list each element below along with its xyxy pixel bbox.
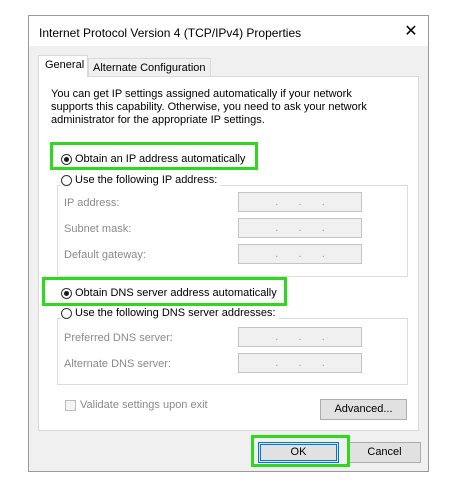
general-tab-panel: You can get IP settings assigned automat… bbox=[38, 76, 419, 431]
default-gateway-input[interactable]: ... bbox=[238, 244, 362, 264]
validate-settings-checkbox[interactable] bbox=[65, 399, 76, 411]
ip-manual-label: Use the following IP address: bbox=[75, 174, 218, 186]
alternate-dns-label: Alternate DNS server: bbox=[64, 358, 171, 370]
window-title: Internet Protocol Version 4 (TCP/IPv4) P… bbox=[39, 26, 302, 40]
dns-manual-radio[interactable] bbox=[61, 307, 72, 319]
validate-settings-label: Validate settings upon exit bbox=[80, 399, 208, 411]
ip-address-label: IP address: bbox=[64, 197, 120, 209]
advanced-button[interactable]: Advanced... bbox=[320, 399, 407, 420]
ip-address-input[interactable]: ... bbox=[238, 192, 362, 212]
description-text: You can get IP settings assigned automat… bbox=[51, 88, 367, 126]
default-gateway-label: Default gateway: bbox=[64, 249, 146, 261]
subnet-mask-input[interactable]: ... bbox=[238, 218, 362, 238]
alternate-dns-input[interactable]: ... bbox=[238, 353, 362, 373]
subnet-mask-label: Subnet mask: bbox=[64, 223, 132, 235]
preferred-dns-input[interactable]: ... bbox=[238, 327, 362, 347]
close-icon[interactable]: ✕ bbox=[400, 21, 422, 43]
dns-manual-label: Use the following DNS server addresses: bbox=[75, 307, 276, 319]
tab-alternate-configuration[interactable]: Alternate Configuration bbox=[88, 58, 211, 78]
preferred-dns-label: Preferred DNS server: bbox=[64, 332, 173, 344]
tab-general[interactable]: General bbox=[38, 55, 88, 77]
highlight-dns-auto bbox=[42, 277, 287, 306]
highlight-ip-auto bbox=[50, 142, 258, 170]
cancel-button[interactable]: Cancel bbox=[348, 442, 421, 463]
tcp-ipv4-properties-dialog: Internet Protocol Version 4 (TCP/IPv4) P… bbox=[28, 15, 429, 472]
ip-manual-radio-option[interactable]: Use the following IP address: bbox=[61, 174, 221, 186]
validate-settings-option[interactable]: Validate settings upon exit bbox=[65, 399, 208, 411]
highlight-ok-button bbox=[251, 435, 350, 467]
title-bar: Internet Protocol Version 4 (TCP/IPv4) P… bbox=[29, 16, 428, 46]
ip-manual-radio[interactable] bbox=[61, 174, 72, 186]
dns-manual-radio-option[interactable]: Use the following DNS server addresses: bbox=[61, 307, 279, 319]
